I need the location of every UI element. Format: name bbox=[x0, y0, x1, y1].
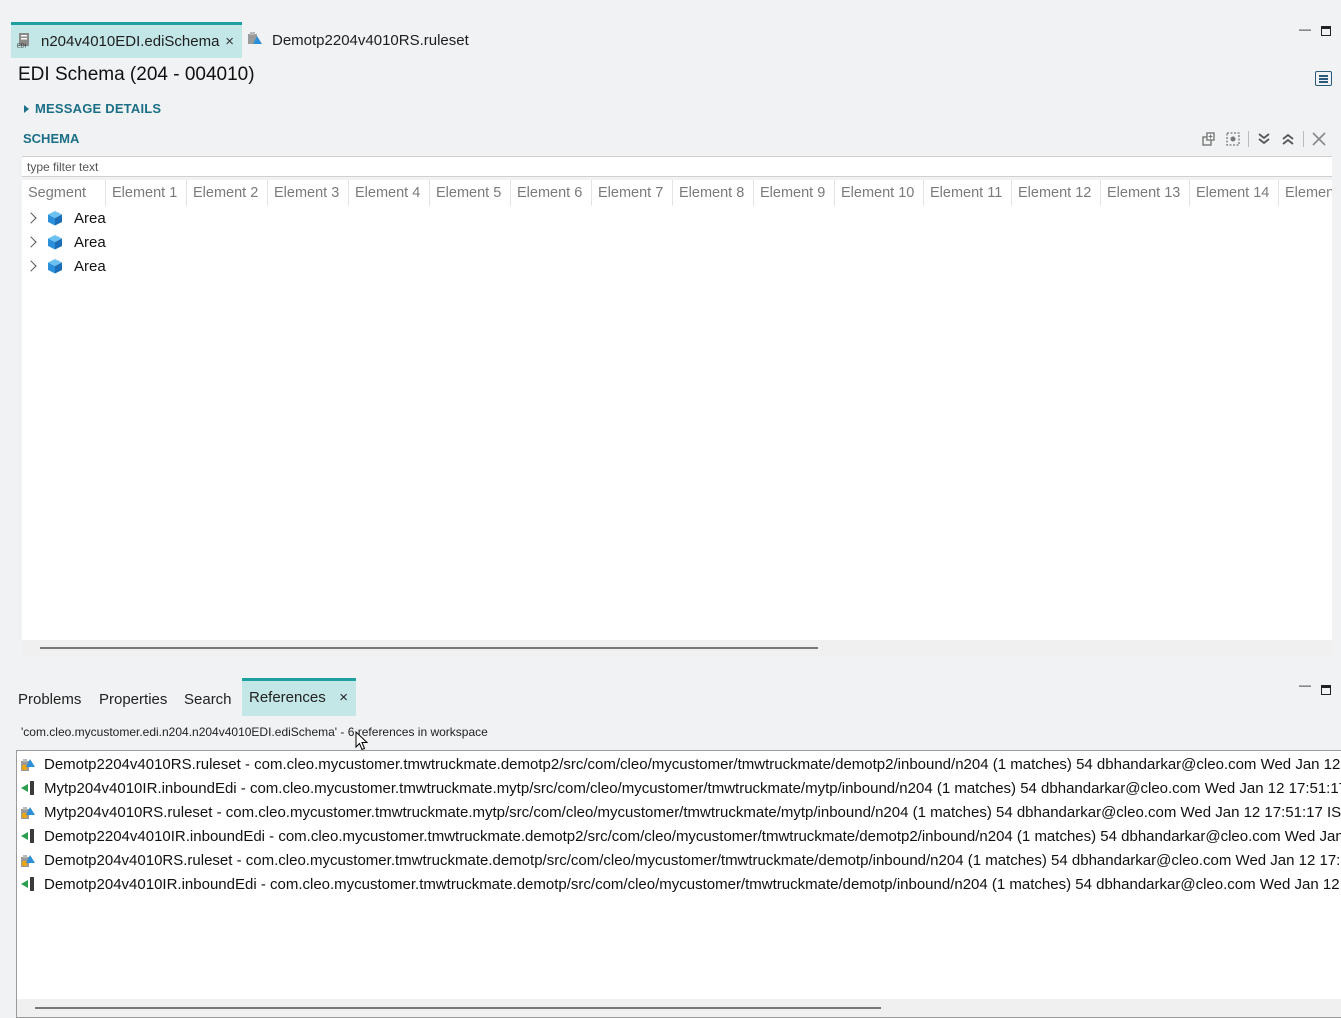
tab-search[interactable]: Search bbox=[184, 681, 232, 719]
column-header[interactable]: Element 11 bbox=[924, 180, 1012, 206]
message-details-section[interactable]: MESSAGE DETAILS bbox=[24, 101, 161, 116]
add-segment-icon[interactable] bbox=[1200, 130, 1218, 148]
tree-row-label: Area bbox=[74, 233, 106, 251]
tab-references[interactable]: References × bbox=[242, 678, 356, 716]
mouse-cursor-icon bbox=[355, 731, 369, 751]
svg-text:EDI: EDI bbox=[17, 43, 27, 48]
reference-text: Demotp2204v4010RS.ruleset - com.cleo.myc… bbox=[44, 755, 1341, 773]
maximize-icon[interactable] bbox=[1321, 685, 1331, 695]
chevron-right-icon[interactable] bbox=[25, 260, 37, 272]
tab-properties[interactable]: Properties bbox=[99, 681, 167, 719]
column-header[interactable]: Elemen bbox=[1279, 180, 1332, 206]
tab-label: n204v4010EDI.ediSchema bbox=[41, 33, 220, 50]
schema-section-title: SCHEMA bbox=[23, 131, 80, 146]
maximize-icon[interactable] bbox=[1321, 26, 1331, 36]
close-icon[interactable]: × bbox=[339, 681, 348, 714]
area-cube-icon bbox=[48, 211, 62, 226]
column-header[interactable]: Element 12 bbox=[1012, 180, 1101, 206]
toolbar-divider bbox=[1248, 131, 1249, 147]
ruleset-icon bbox=[21, 759, 35, 771]
list-item[interactable]: Mytp204v4010RS.ruleset - com.cleo.mycust… bbox=[20, 800, 1341, 824]
tree-row-area[interactable]: Area bbox=[22, 254, 106, 278]
inbound-edi-icon bbox=[21, 877, 34, 891]
scrollbar-thumb[interactable] bbox=[35, 1007, 881, 1009]
reference-text: Demotp2204v4010IR.inboundEdi - com.cleo.… bbox=[44, 827, 1341, 845]
chevron-right-icon[interactable] bbox=[25, 236, 37, 248]
list-item[interactable]: Demotp204v4010IR.inboundEdi - com.cleo.m… bbox=[20, 872, 1341, 896]
message-details-label: MESSAGE DETAILS bbox=[35, 101, 162, 116]
form-view-icon[interactable] bbox=[1315, 71, 1332, 86]
minimize-icon[interactable]: — bbox=[1299, 678, 1311, 692]
column-header[interactable]: Element 1 bbox=[106, 180, 187, 206]
tree-row-area[interactable]: Area bbox=[22, 206, 106, 230]
column-header[interactable]: Element 6 bbox=[511, 180, 592, 206]
references-list: Demotp2204v4010RS.ruleset - com.cleo.myc… bbox=[16, 750, 1341, 1018]
close-icon[interactable] bbox=[1310, 130, 1328, 148]
tab-demotp2204v4010rs-ruleset[interactable]: Demotp2204v4010RS.ruleset bbox=[244, 22, 484, 58]
reference-text: Demotp204v4010IR.inboundEdi - com.cleo.m… bbox=[44, 875, 1341, 893]
tree-row-label: Area bbox=[74, 209, 106, 227]
filter-input[interactable] bbox=[22, 156, 1332, 177]
tree-row-area[interactable]: Area bbox=[22, 230, 106, 254]
references-summary: 'com.cleo.mycustomer.edi.n204.n204v4010E… bbox=[21, 725, 488, 739]
tab-problems[interactable]: Problems bbox=[18, 681, 81, 719]
scrollbar-thumb[interactable] bbox=[40, 647, 818, 649]
collapse-all-icon[interactable] bbox=[1279, 130, 1297, 148]
schema-toolbar bbox=[1200, 128, 1328, 150]
list-item[interactable]: Mytp204v4010IR.inboundEdi - com.cleo.myc… bbox=[20, 776, 1341, 800]
expand-all-icon[interactable] bbox=[1255, 130, 1273, 148]
ruleset-icon bbox=[21, 855, 35, 867]
toolbar-divider bbox=[1303, 131, 1304, 147]
tab-label: Demotp2204v4010RS.ruleset bbox=[272, 31, 469, 49]
ruleset-icon bbox=[21, 807, 35, 819]
horizontal-scrollbar[interactable] bbox=[17, 999, 1341, 1017]
ruleset-icon bbox=[246, 30, 264, 50]
chevron-right-icon[interactable] bbox=[25, 212, 37, 224]
list-item[interactable]: Demotp204v4010RS.ruleset - com.cleo.mycu… bbox=[20, 848, 1341, 872]
column-header[interactable]: Element 2 bbox=[187, 180, 268, 206]
area-cube-icon bbox=[48, 235, 62, 250]
reference-text: Mytp204v4010RS.ruleset - com.cleo.mycust… bbox=[44, 803, 1341, 821]
inbound-edi-icon bbox=[21, 781, 34, 795]
inbound-edi-icon bbox=[21, 829, 34, 843]
column-header[interactable]: Element 4 bbox=[349, 180, 430, 206]
column-header[interactable]: Element 7 bbox=[592, 180, 673, 206]
list-item[interactable]: Demotp2204v4010RS.ruleset - com.cleo.myc… bbox=[20, 752, 1341, 776]
schema-tree: Segment Element 1 Element 2 Element 3 El… bbox=[22, 180, 1332, 656]
page-title: EDI Schema (204 - 004010) bbox=[18, 64, 255, 85]
column-header[interactable]: Element 3 bbox=[268, 180, 349, 206]
column-header[interactable]: Element 13 bbox=[1101, 180, 1190, 206]
add-element-icon[interactable] bbox=[1224, 130, 1242, 148]
editor-tab-bar: EDI n204v4010EDI.ediSchema × Demotp2204v… bbox=[0, 0, 1341, 60]
close-icon[interactable]: × bbox=[225, 33, 234, 50]
list-item[interactable]: Demotp2204v4010IR.inboundEdi - com.cleo.… bbox=[20, 824, 1341, 848]
edi-schema-icon: EDI bbox=[17, 32, 33, 52]
area-cube-icon bbox=[48, 259, 62, 274]
tab-label: References bbox=[249, 689, 326, 706]
column-header[interactable]: Element 10 bbox=[835, 180, 924, 206]
column-header[interactable]: Element 8 bbox=[673, 180, 754, 206]
tab-n204v4010edi-ediSchema[interactable]: EDI n204v4010EDI.ediSchema × bbox=[11, 22, 242, 58]
column-header[interactable]: Element 14 bbox=[1190, 180, 1279, 206]
expand-arrow-icon bbox=[24, 104, 29, 113]
reference-text: Demotp204v4010RS.ruleset - com.cleo.mycu… bbox=[44, 851, 1341, 869]
minimize-icon[interactable]: — bbox=[1299, 22, 1311, 36]
column-header[interactable]: Element 5 bbox=[430, 180, 511, 206]
horizontal-scrollbar[interactable] bbox=[22, 640, 1332, 656]
tree-row-label: Area bbox=[74, 257, 106, 275]
reference-text: Mytp204v4010IR.inboundEdi - com.cleo.myc… bbox=[44, 779, 1341, 797]
column-header-row: Segment Element 1 Element 2 Element 3 El… bbox=[22, 180, 1332, 206]
view-tab-bar: Problems Properties Search References × bbox=[0, 678, 1341, 716]
column-header[interactable]: Element 9 bbox=[754, 180, 835, 206]
column-header-segment[interactable]: Segment bbox=[22, 180, 106, 206]
